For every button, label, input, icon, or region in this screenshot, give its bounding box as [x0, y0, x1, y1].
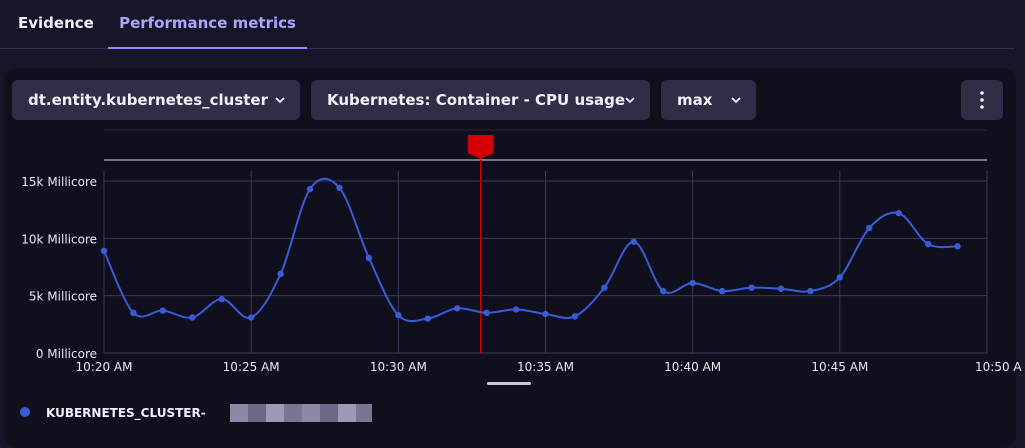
y-tick-label: 5k Millicore — [29, 290, 97, 304]
y-tick-label: 15k Millicore — [21, 175, 97, 189]
data-point — [748, 284, 755, 291]
x-tick-label: 10:25 AM — [223, 360, 280, 374]
data-point — [895, 209, 902, 217]
data-point — [159, 307, 167, 314]
data-point — [130, 309, 137, 317]
data-point — [365, 254, 373, 262]
data-point — [277, 270, 284, 278]
scroll-indicator[interactable] — [487, 382, 531, 385]
data-point — [777, 285, 785, 292]
legend-series-dot — [20, 407, 30, 417]
data-point — [454, 305, 461, 312]
data-point — [512, 306, 520, 313]
data-point — [630, 238, 637, 245]
data-point — [247, 314, 255, 321]
x-tick-label: 10:20 AM — [76, 360, 133, 374]
legend-series-label[interactable]: KUBERNETES_CLUSTER- — [46, 402, 206, 424]
data-point — [571, 313, 579, 320]
x-tick-label: 10:50 A — [975, 360, 1022, 374]
line-chart: 0 Millicore 5k Millicore 10k Millicore 15k … — [21, 129, 1022, 385]
data-point — [218, 295, 225, 303]
event-marker-flag — [467, 135, 494, 159]
data-point — [542, 310, 549, 318]
data-point — [954, 243, 961, 250]
data-point — [836, 274, 844, 281]
data-point — [718, 287, 726, 295]
data-point — [483, 309, 490, 317]
x-tick-label: 10:35 AM — [517, 360, 574, 374]
data-point — [395, 311, 402, 319]
series-line — [103, 177, 958, 323]
x-tick-label: 10:30 AM — [370, 360, 427, 374]
data-point — [306, 185, 314, 193]
x-tick-label: 10:40 AM — [664, 360, 721, 374]
data-point — [336, 184, 343, 192]
data-point — [924, 240, 932, 248]
data-point — [100, 247, 108, 255]
data-point — [866, 224, 873, 232]
data-point — [689, 279, 696, 287]
data-point — [189, 314, 196, 321]
y-tick-label: 0 Millicore — [36, 347, 97, 361]
data-point — [660, 287, 667, 295]
data-point — [424, 315, 431, 322]
data-point — [601, 284, 608, 291]
y-tick-label: 10k Millicore — [21, 232, 97, 246]
x-tick-label: 10:45 AM — [811, 360, 868, 374]
data-point — [807, 287, 814, 295]
redacted-cluster-id — [230, 404, 372, 422]
